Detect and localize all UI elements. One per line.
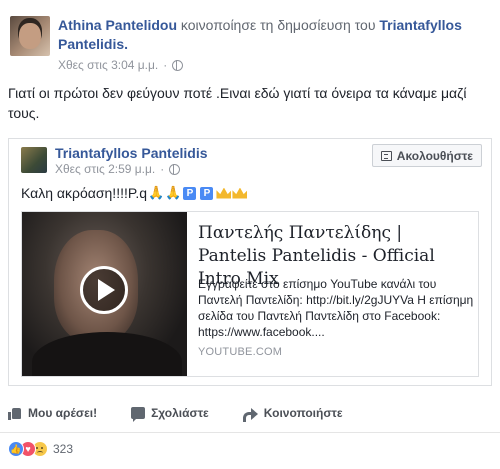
like-reaction-icon: 👍 <box>8 441 24 457</box>
share-label: Κοινοποιήστε <box>263 406 343 420</box>
feed-post: Athina Pantelidou κοινοποίησε τη δημοσίε… <box>0 0 500 469</box>
post-meta: Χθες στις 3:04 μ.μ. · <box>58 58 184 72</box>
crown-icon <box>232 187 248 199</box>
comment-icon <box>131 407 146 422</box>
link-source: YOUTUBE.COM <box>198 346 283 358</box>
post-header: Athina Pantelidou κοινοποίησε τη δημοσίε… <box>8 10 498 72</box>
globe-icon <box>169 163 181 175</box>
shared-text-content: Καλη ακρόαση!!!!P.q <box>21 185 148 201</box>
video-thumbnail[interactable] <box>22 212 187 376</box>
thumbs-up-icon <box>8 407 22 420</box>
shared-meta: Χθες στις 2:59 μ.μ. · <box>55 162 181 176</box>
reaction-count[interactable]: 323 <box>53 442 73 456</box>
share-button[interactable]: Κοινοποιήστε <box>242 406 343 422</box>
p-badge-icon: P <box>200 186 214 200</box>
share-icon <box>242 407 258 422</box>
shared-timestamp[interactable]: Χθες στις 2:59 μ.μ. <box>55 162 155 176</box>
play-icon[interactable] <box>80 266 128 314</box>
sharer-avatar[interactable] <box>10 16 50 56</box>
link-preview[interactable]: Παντελής Παντελίδης | Pantelis Pantelidi… <box>21 211 479 377</box>
pray-emoji: 🙏 <box>165 185 182 200</box>
divider <box>0 432 500 433</box>
post-body: Γιατί οι πρώτοι δεν φεύγουν ποτέ .Ειναι … <box>8 85 467 121</box>
share-action-text: κοινοποίησε τη δημοσίευση του <box>180 17 376 33</box>
link-description: Εγγραφείτε στο επίσημο YouTube κανάλι το… <box>198 277 474 339</box>
post-actions: Μου αρέσει! Σχολιάστε Κοινοποιήστε <box>8 398 492 428</box>
follow-label: Ακολουθήστε <box>396 148 473 163</box>
globe-icon <box>172 59 184 71</box>
post-header-text: Athina Pantelidou κοινοποίησε τη δημοσίε… <box>58 16 488 54</box>
post-timestamp[interactable]: Χθες στις 3:04 μ.μ. <box>58 58 158 72</box>
comment-label: Σχολιάστε <box>151 406 209 420</box>
follow-icon <box>380 150 392 161</box>
shared-post: Triantafyllos Pantelidis Χθες στις 2:59 … <box>8 138 492 386</box>
reactions-summary[interactable]: 👍 ♥ 323 <box>8 441 73 457</box>
like-button[interactable]: Μου αρέσει! <box>8 406 97 420</box>
pray-emoji: 🙏 <box>148 185 165 200</box>
p-badge-icon: P <box>183 186 197 200</box>
follow-button[interactable]: Ακολουθήστε <box>371 144 482 167</box>
comment-button[interactable]: Σχολιάστε <box>131 406 209 422</box>
shared-author-link[interactable]: Triantafyllos Pantelidis <box>55 145 208 161</box>
sharer-name-link[interactable]: Athina Pantelidou <box>58 17 177 33</box>
crown-icon <box>216 187 232 199</box>
shared-author-avatar[interactable] <box>21 147 47 173</box>
like-label: Μου αρέσει! <box>28 406 98 420</box>
shared-text: Καλη ακρόαση!!!!P.q 🙏 🙏 P P <box>21 185 248 201</box>
